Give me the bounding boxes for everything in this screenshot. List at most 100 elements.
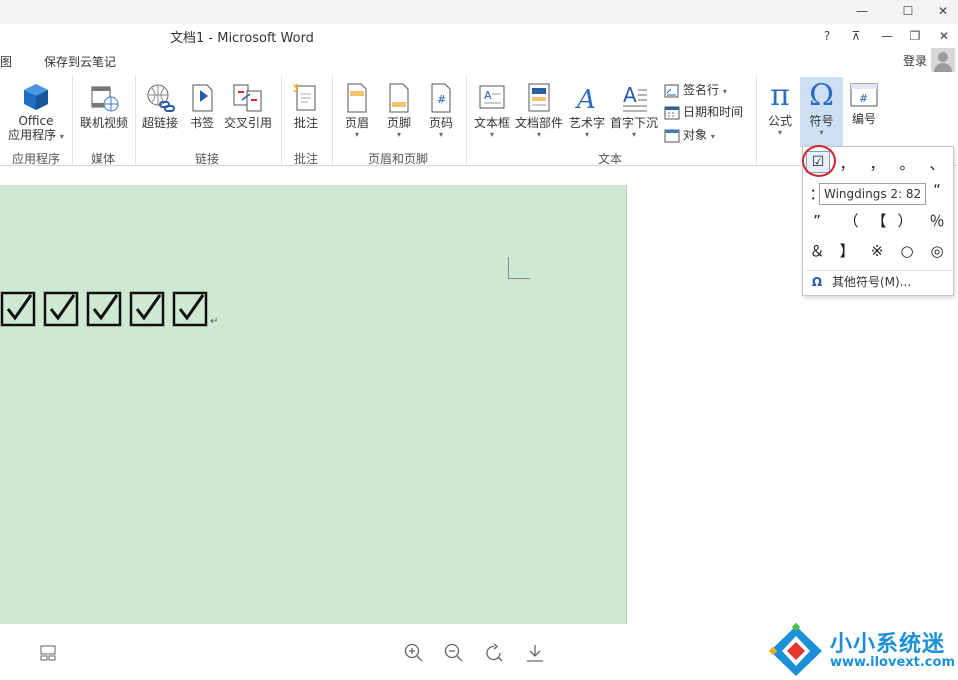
window-close-icon[interactable]: ✕ <box>936 28 952 44</box>
checkbox-symbol[interactable] <box>43 291 79 327</box>
online-video-button[interactable]: 联机视频 <box>78 82 130 130</box>
equation-label: 公式 <box>767 114 792 128</box>
quick-parts-button[interactable]: 文档部件 ▾ <box>514 82 564 140</box>
hyperlink-button[interactable]: 超链接 <box>140 82 180 130</box>
highlight-annotation <box>802 145 836 177</box>
symbol-cell[interactable]: （ <box>836 206 866 236</box>
more-symbols-button[interactable]: Ω 其他符号(M)... <box>806 270 952 292</box>
symbol-button-content[interactable]: Ω 符号 ▾ <box>800 80 843 138</box>
group-separator <box>135 76 136 164</box>
svg-text:#: # <box>859 92 868 105</box>
minimize-icon[interactable]: — <box>855 4 869 18</box>
avatar[interactable] <box>931 48 955 72</box>
number-button[interactable]: # 编号 <box>846 82 882 126</box>
footer-button[interactable]: 页脚 ▾ <box>382 82 416 140</box>
tab-save-cloud-notes[interactable]: 保存到云笔记 <box>44 53 116 70</box>
textbox-label: 文本框 <box>473 116 510 130</box>
zoom-out-icon[interactable] <box>444 643 464 663</box>
symbol-cell[interactable]: ＆ <box>802 236 832 266</box>
wordart-icon: A <box>575 85 596 114</box>
apps-label: 应用程序 ▾ <box>8 128 64 142</box>
quick-parts-icon <box>528 83 550 112</box>
dropcap-button[interactable]: A 首字下沉 ▾ <box>608 82 660 140</box>
bookmark-button[interactable]: 书签 <box>186 82 218 130</box>
symbol-cell[interactable]: ※ <box>862 236 892 266</box>
help-icon[interactable]: ? <box>819 28 835 44</box>
page-number-button[interactable]: # 页码 ▾ <box>424 82 458 140</box>
online-video-label: 联机视频 <box>79 116 128 130</box>
group-separator <box>466 76 467 164</box>
chevron-down-icon: ▾ <box>710 132 715 141</box>
chevron-down-icon: ▾ <box>631 130 636 139</box>
number-icon: # <box>850 83 878 107</box>
online-video-icon <box>91 86 119 112</box>
group-label-header-footer: 页眉和页脚 <box>368 152 429 166</box>
chevron-down-icon: ▾ <box>777 128 782 137</box>
chevron-down-icon: ▾ <box>354 130 359 139</box>
symbol-cell[interactable]: ％ <box>922 206 952 236</box>
symbol-cell[interactable]: ◎ <box>922 236 952 266</box>
signature-line-icon <box>664 84 679 97</box>
chevron-down-icon: ▾ <box>819 128 824 137</box>
group-separator <box>281 76 282 164</box>
calendar-icon <box>664 106 680 119</box>
header-button[interactable]: 页眉 ▾ <box>340 82 374 140</box>
page-number-icon: # <box>431 83 451 113</box>
symbol-cell[interactable]: ○ <box>892 236 922 266</box>
office-apps-button[interactable]: Office 应用程序 ▾ <box>6 82 66 144</box>
window-restore-icon[interactable]: ❐ <box>907 28 923 44</box>
dropcap-label: 首字下沉 <box>609 116 658 130</box>
tab-row <box>0 24 958 72</box>
symbol-cell[interactable]: ， <box>832 149 862 179</box>
quick-parts-label: 文档部件 <box>514 116 563 130</box>
symbol-cell[interactable]: “ <box>922 175 952 205</box>
group-separator <box>332 76 333 164</box>
object-button[interactable]: 对象 ▾ <box>664 126 715 144</box>
symbol-cell[interactable]: ” <box>802 206 832 236</box>
maximize-icon[interactable]: ☐ <box>901 4 915 18</box>
footer-icon <box>389 83 409 113</box>
symbol-cell[interactable]: ， <box>862 149 892 179</box>
wordart-label: 艺术字 <box>568 116 605 130</box>
symbol-cell[interactable]: ） <box>890 206 920 236</box>
group-label-links: 链接 <box>195 152 220 166</box>
group-separator <box>756 76 757 164</box>
more-symbols-label: 其他符号(M)... <box>832 275 912 289</box>
close-icon[interactable]: ✕ <box>936 4 950 18</box>
checkbox-symbol[interactable] <box>86 291 122 327</box>
cross-reference-button[interactable]: 交叉引用 <box>222 82 274 130</box>
download-icon[interactable] <box>525 643 545 663</box>
window-minimize-icon[interactable]: — <box>879 28 895 44</box>
title-bar: — ☐ ✕ <box>0 0 958 24</box>
tab-view[interactable]: 图 <box>0 53 12 70</box>
checkbox-symbol[interactable] <box>129 291 165 327</box>
number-label: 编号 <box>851 112 876 126</box>
zoom-in-icon[interactable] <box>404 643 424 663</box>
ribbon-display-icon[interactable]: ⊼ <box>848 28 864 44</box>
chevron-down-icon: ▾ <box>536 130 541 139</box>
group-label-media: 媒体 <box>91 152 116 166</box>
chevron-down-icon: ▾ <box>584 130 589 139</box>
wordart-button[interactable]: A 艺术字 ▾ <box>568 82 606 140</box>
rotate-icon[interactable] <box>484 643 504 663</box>
header-label: 页眉 <box>344 116 369 130</box>
object-label: 对象 <box>683 128 708 142</box>
datetime-button[interactable]: 日期和时间 <box>664 103 743 121</box>
svg-text:A: A <box>623 83 637 107</box>
group-label-comments: 批注 <box>294 152 319 166</box>
symbol-cell[interactable]: 。 <box>892 149 922 179</box>
textbox-button[interactable]: A 文本框 ▾ <box>472 82 512 140</box>
signature-line-button[interactable]: 签名行 ▾ <box>664 81 727 99</box>
checkbox-symbol[interactable] <box>0 291 36 327</box>
equation-button[interactable]: π 公式 ▾ <box>762 80 798 138</box>
checkbox-symbol[interactable] <box>172 291 208 327</box>
bookmark-icon <box>192 84 213 112</box>
pi-icon: π <box>770 78 790 113</box>
layout-icon[interactable] <box>40 645 56 661</box>
login-link[interactable]: 登录 <box>903 52 927 69</box>
document-page[interactable] <box>0 185 627 624</box>
comment-button[interactable]: 批注 <box>288 82 324 130</box>
svg-text:#: # <box>437 93 446 106</box>
symbol-cell[interactable]: 】 <box>832 236 862 266</box>
group-separator <box>72 76 73 164</box>
